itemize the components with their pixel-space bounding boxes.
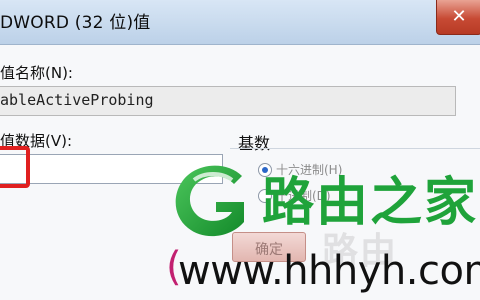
close-button[interactable]: ✕ [436, 0, 480, 35]
value-name-text: ableActiveProbing [0, 91, 154, 109]
value-name-label: 值名称(N): [0, 64, 73, 82]
title-bar: DWORD (32 位)值 ✕ [0, 0, 480, 45]
highlight-box [0, 146, 30, 188]
watermark-url: www.hhhyh.com [178, 248, 480, 294]
value-name-field[interactable]: ableActiveProbing [0, 86, 456, 116]
registry-edit-dword-dialog: DWORD (32 位)值 ✕ 值名称(N): ableActiveProbin… [0, 0, 480, 300]
dialog-title: DWORD (32 位)值 [0, 13, 151, 33]
router-logo-icon [175, 165, 244, 237]
close-icon: ✕ [451, 6, 467, 27]
